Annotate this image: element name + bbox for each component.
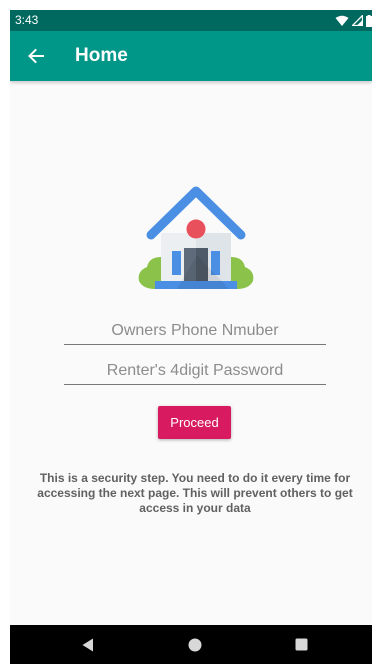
recents-square-icon <box>295 638 307 651</box>
renter-password-input[interactable] <box>64 358 326 385</box>
app-bar: Home <box>10 31 372 81</box>
home-circle-icon <box>188 638 202 651</box>
back-triangle-icon <box>82 638 93 651</box>
back-button[interactable] <box>24 44 48 68</box>
page-title: Home <box>75 45 128 66</box>
navigation-bar <box>10 625 372 664</box>
status-bar: 3:43 <box>10 10 372 31</box>
battery-icon <box>366 14 372 27</box>
nav-recents-button[interactable] <box>271 625 331 664</box>
device-screen: 3:43 Home Owners Phone Nmuber Renter's 4… <box>10 10 372 664</box>
security-note: This is a security step. You need to do … <box>37 471 353 515</box>
nav-home-button[interactable] <box>165 625 225 664</box>
arrow-left-icon <box>28 48 44 64</box>
status-icons <box>335 10 372 31</box>
proceed-button[interactable]: Proceed <box>158 406 231 439</box>
main-content: Proceed This is a security step. You nee… <box>10 81 372 625</box>
house-icon <box>138 186 254 289</box>
wifi-icon <box>335 15 349 26</box>
signal-icon <box>352 15 363 26</box>
status-time: 3:43 <box>15 13 39 27</box>
nav-back-button[interactable] <box>58 625 118 664</box>
owner-phone-input[interactable] <box>64 318 326 345</box>
